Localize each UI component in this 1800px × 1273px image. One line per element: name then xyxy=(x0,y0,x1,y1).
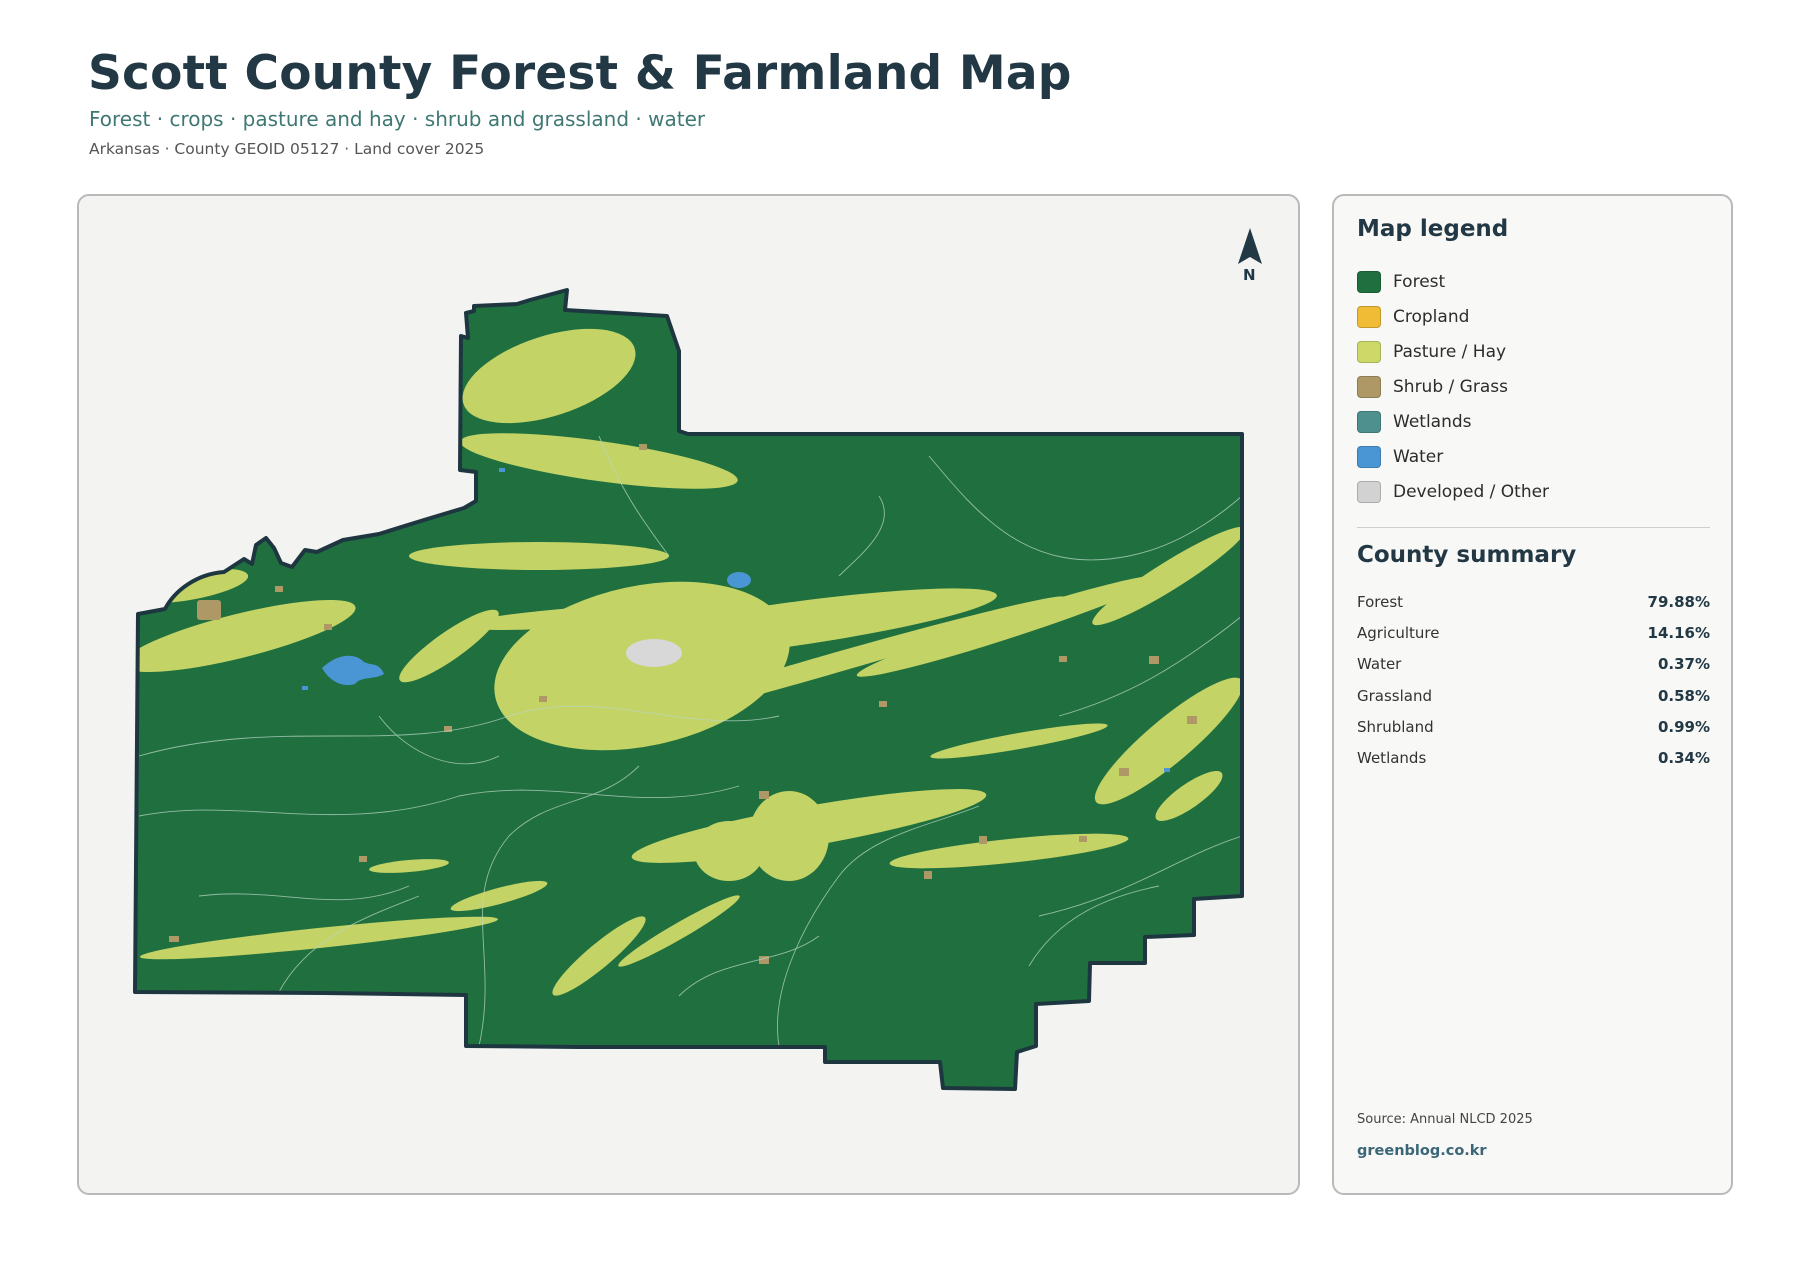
summary-row-agriculture: Agriculture 14.16% xyxy=(1357,617,1710,648)
summary-label: Wetlands xyxy=(1357,749,1427,768)
legend-label: Water xyxy=(1393,446,1444,467)
north-label: N xyxy=(1243,266,1256,284)
summary-label: Agriculture xyxy=(1357,623,1440,642)
legend-item-developed: Developed / Other xyxy=(1357,474,1549,509)
summary-row-shrubland: Shrubland 0.99% xyxy=(1357,711,1710,742)
legend-label: Developed / Other xyxy=(1393,481,1550,502)
legend-label: Forest xyxy=(1393,271,1446,292)
map-panel[interactable]: N xyxy=(77,194,1300,1195)
legend-item-cropland: Cropland xyxy=(1357,299,1549,334)
summary-value: 14.16% xyxy=(1647,623,1710,642)
legend-item-pasture: Pasture / Hay xyxy=(1357,334,1549,369)
county-map[interactable] xyxy=(79,196,1300,1195)
summary-row-water: Water 0.37% xyxy=(1357,649,1710,680)
summary-value: 79.88% xyxy=(1647,592,1710,611)
summary-row-grassland: Grassland 0.58% xyxy=(1357,680,1710,711)
page-subtitle: Forest · crops · pasture and hay · shrub… xyxy=(89,107,706,131)
legend-item-wetlands: Wetlands xyxy=(1357,404,1549,439)
developed-area xyxy=(626,639,682,667)
source-note: Source: Annual NLCD 2025 xyxy=(1357,1112,1533,1127)
site-link[interactable]: greenblog.co.kr xyxy=(1357,1143,1487,1159)
summary-value: 0.34% xyxy=(1657,749,1710,768)
panel-divider xyxy=(1357,527,1710,528)
side-panel: Map legend Forest Cropland Pasture / Hay… xyxy=(1332,194,1733,1195)
summary-value: 0.58% xyxy=(1657,686,1710,705)
pasture-swatch xyxy=(1357,340,1381,363)
summary-list: Forest 79.88% Agriculture 14.16% Water 0… xyxy=(1357,586,1710,774)
cropland-swatch xyxy=(1357,305,1381,328)
shrub-swatch xyxy=(1357,375,1381,398)
summary-label: Shrubland xyxy=(1357,717,1434,736)
summary-value: 0.99% xyxy=(1657,717,1710,736)
page-title: Scott County Forest & Farmland Map xyxy=(88,46,1072,101)
legend-title: Map legend xyxy=(1357,216,1509,242)
wetlands-swatch xyxy=(1357,410,1381,433)
legend-label: Pasture / Hay xyxy=(1393,341,1507,362)
legend-label: Shrub / Grass xyxy=(1393,376,1508,397)
developed-swatch xyxy=(1357,480,1381,503)
legend-item-water: Water xyxy=(1357,439,1549,474)
forest-swatch xyxy=(1357,270,1381,293)
summary-row-forest: Forest 79.88% xyxy=(1357,586,1710,617)
legend-label: Wetlands xyxy=(1393,411,1472,432)
water-swatch xyxy=(1357,445,1381,468)
page-meta: Arkansas · County GEOID 05127 · Land cov… xyxy=(89,140,485,158)
summary-label: Water xyxy=(1357,655,1402,674)
legend-list: Forest Cropland Pasture / Hay Shrub / Gr… xyxy=(1357,264,1549,509)
legend-item-forest: Forest xyxy=(1357,264,1549,299)
legend-label: Cropland xyxy=(1393,306,1470,327)
summary-label: Grassland xyxy=(1357,686,1432,705)
summary-title: County summary xyxy=(1357,542,1577,568)
legend-item-shrub: Shrub / Grass xyxy=(1357,369,1549,404)
summary-value: 0.37% xyxy=(1657,655,1710,674)
summary-row-wetlands: Wetlands 0.34% xyxy=(1357,742,1710,773)
summary-label: Forest xyxy=(1357,592,1404,611)
